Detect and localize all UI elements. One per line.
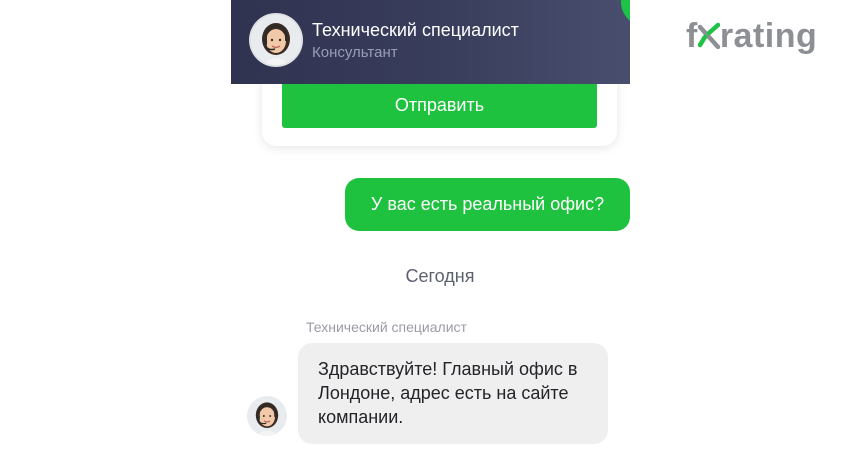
agent-photo-icon: [251, 15, 301, 65]
chat-header-subtitle: Консультант: [312, 44, 398, 61]
online-status-indicator: [621, 0, 630, 26]
incoming-message-bubble: Здравствуйте! Главный офис в Лондоне, ад…: [298, 343, 608, 444]
chat-header-title: Технический специалист: [312, 20, 519, 40]
chat-page: f rating Отправить Технический специалис…: [0, 0, 850, 450]
outgoing-message-bubble: У вас есть реальный офис?: [345, 178, 630, 231]
agent-photo-icon: [247, 396, 287, 436]
support-agent-avatar: [251, 15, 301, 65]
logo-letter-f: f: [686, 17, 698, 55]
incoming-agent-avatar: [247, 396, 287, 436]
logo-word-rating: rating: [719, 17, 818, 55]
fxrating-logo: f rating: [686, 14, 836, 58]
incoming-sender-name: Технический специалист: [306, 319, 467, 335]
date-separator: Сегодня: [405, 266, 475, 286]
chat-header: Технический специалист Консультант: [231, 0, 630, 84]
fx-check-mark-icon: [697, 22, 720, 49]
logo-wordmark: f rating: [686, 14, 817, 58]
send-button[interactable]: Отправить: [282, 82, 597, 128]
